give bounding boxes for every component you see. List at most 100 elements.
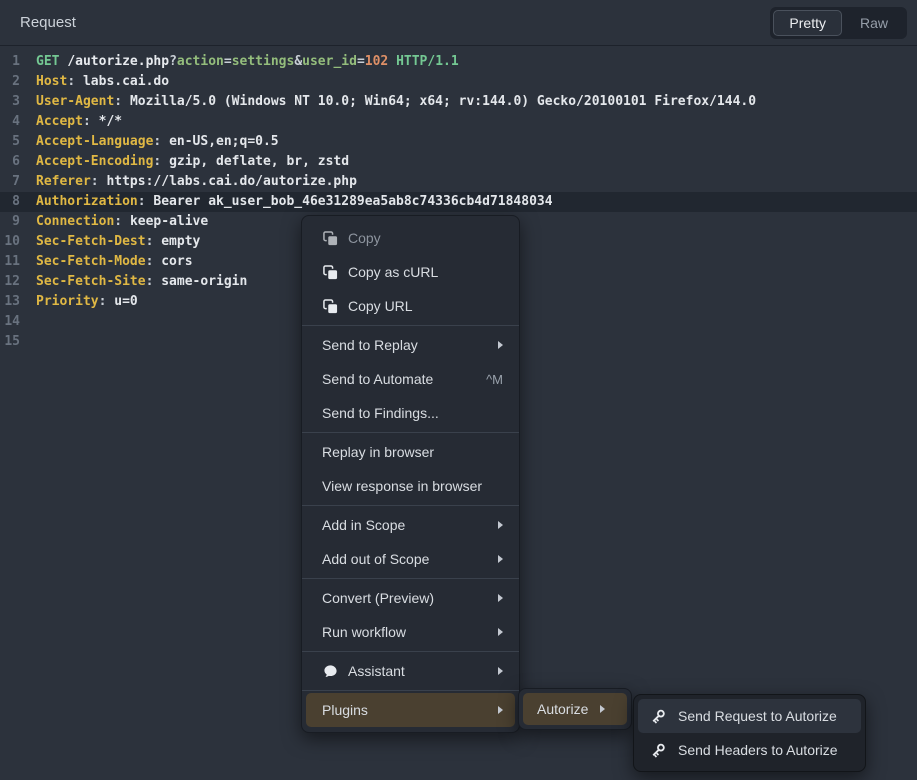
line-number: 10 [0, 232, 20, 252]
submenu-arrow-icon [498, 628, 503, 636]
line-number: 13 [0, 292, 20, 312]
menu-item-plugins[interactable]: Plugins [306, 693, 515, 727]
request-line-1[interactable]: 1GET /autorize.php?action=settings&user_… [0, 52, 917, 72]
submenu-arrow-icon [600, 705, 605, 713]
request-line-8[interactable]: 8Authorization: Bearer ak_user_bob_46e31… [0, 192, 917, 212]
token-colon: : [67, 74, 83, 89]
menu-group: Replay in browser View response in browse… [302, 432, 519, 503]
token-plain [388, 54, 396, 69]
request-panel: Request PrettyRaw 1GET /autorize.php?act… [0, 0, 917, 780]
line-content: Authorization: Bearer ak_user_bob_46e312… [36, 192, 553, 212]
submenu-arrow-icon [498, 667, 503, 675]
token-hname: Accept-Language [36, 134, 153, 149]
token-colon: : [114, 214, 130, 229]
token-hval: https://labs.cai.do/autorize.php [106, 174, 356, 189]
token-colon: : [146, 234, 162, 249]
menu-item-label: Replay in browser [322, 444, 503, 460]
menu-group: Convert (Preview) Run workflow [302, 578, 519, 649]
menu-item-send-request-to-autorize[interactable]: Send Request to Autorize [638, 699, 861, 733]
line-number: 15 [0, 332, 20, 352]
key-icon [650, 708, 666, 724]
token-param: action [177, 54, 224, 69]
panel-header: Request PrettyRaw [0, 0, 917, 46]
menu-item-add-in-scope[interactable]: Add in Scope [302, 508, 519, 542]
menu-item-copy-url[interactable]: Copy URL [302, 289, 519, 323]
menu-item-autorize[interactable]: Autorize [523, 693, 627, 725]
token-param: settings [232, 54, 295, 69]
token-hval: empty [161, 234, 200, 249]
token-colon: : [114, 94, 130, 109]
view-mode-raw[interactable]: Raw [844, 10, 904, 36]
token-hname: Authorization [36, 194, 138, 209]
line-content: Host: labs.cai.do [36, 72, 169, 92]
token-hname: Host [36, 74, 67, 89]
menu-item-copy-as-curl[interactable]: Copy as cURL [302, 255, 519, 289]
token-param: user_id [302, 54, 357, 69]
menu-item-label: Run workflow [322, 624, 488, 640]
request-line-5[interactable]: 5 Accept-Language: en-US,en;q=0.5 [0, 132, 917, 152]
line-content: Sec-Fetch-Mode: cors [36, 252, 193, 272]
line-content: Accept-Encoding: gzip, deflate, br, zstd [36, 152, 349, 172]
token-punct: = [357, 54, 365, 69]
line-number: 9 [0, 212, 20, 232]
line-number: 5 [0, 132, 20, 152]
menu-item-view-response-in-browser[interactable]: View response in browser [302, 469, 519, 503]
line-number: 6 [0, 152, 20, 172]
menu-item-replay-in-browser[interactable]: Replay in browser [302, 435, 519, 469]
key-icon [650, 742, 666, 758]
context-menu: CopyCopy as cURLCopy URLSend to ReplaySe… [301, 215, 520, 733]
menu-group: Plugins [302, 690, 519, 727]
menu-item-label: Add in Scope [322, 517, 488, 533]
menu-item-copy[interactable]: Copy [302, 221, 519, 255]
token-hname: Connection [36, 214, 114, 229]
line-number: 7 [0, 172, 20, 192]
line-number: 2 [0, 72, 20, 92]
token-hname: Sec-Fetch-Site [36, 274, 146, 289]
token-hname: User-Agent [36, 94, 114, 109]
request-line-7[interactable]: 7 Referer: https://labs.cai.do/autorize.p… [0, 172, 917, 192]
token-hname: Referer [36, 174, 91, 189]
menu-item-send-to-automate[interactable]: Send to Automate ^M [302, 362, 519, 396]
shortcut-label: ^M [486, 372, 503, 387]
token-hname: Sec-Fetch-Dest [36, 234, 146, 249]
token-hval: Bearer ak_user_bob_46e31289ea5ab8c74336c… [153, 194, 552, 209]
menu-item-label: Send to Findings... [322, 405, 503, 421]
copy-icon [322, 298, 338, 314]
menu-group: Assistant [302, 651, 519, 688]
request-line-2[interactable]: 2 Host: labs.cai.do [0, 72, 917, 92]
request-line-3[interactable]: 3User-Agent: Mozilla/5.0 (Windows NT 10.… [0, 92, 917, 112]
view-mode-pretty[interactable]: Pretty [773, 10, 842, 36]
token-punct: ? [169, 54, 177, 69]
menu-item-send-to-findings[interactable]: Send to Findings... [302, 396, 519, 430]
menu-item-convert-preview[interactable]: Convert (Preview) [302, 581, 519, 615]
menu-item-run-workflow[interactable]: Run workflow [302, 615, 519, 649]
token-colon: : [146, 254, 162, 269]
token-hval: */* [99, 114, 122, 129]
token-version: HTTP/1.1 [396, 54, 459, 69]
line-number: 12 [0, 272, 20, 292]
token-punct: & [294, 54, 302, 69]
token-colon: : [91, 174, 107, 189]
request-line-6[interactable]: 6 Accept-Encoding: gzip, deflate, br, zst… [0, 152, 917, 172]
token-hname: Accept-Encoding [36, 154, 153, 169]
token-hname: Sec-Fetch-Mode [36, 254, 146, 269]
token-hval: cors [161, 254, 192, 269]
menu-item-assistant[interactable]: Assistant [302, 654, 519, 688]
request-line-4[interactable]: 4Accept: */* [0, 112, 917, 132]
submenu-arrow-icon [498, 594, 503, 602]
line-content: Accept: */* [36, 112, 122, 132]
token-colon: : [138, 194, 154, 209]
token-colon: : [83, 114, 99, 129]
copy-icon [322, 230, 338, 246]
line-content: Accept-Language: en-US,en;q=0.5 [36, 132, 279, 152]
menu-group: Copy Copy as cURL Copy URL [302, 221, 519, 323]
menu-item-send-headers-to-autorize[interactable]: Send Headers to Autorize [638, 733, 861, 767]
menu-item-label: Copy as cURL [348, 264, 503, 280]
menu-item-send-to-replay[interactable]: Send to Replay [302, 328, 519, 362]
submenu-arrow-icon [498, 521, 503, 529]
menu-item-label: Send to Automate [322, 371, 476, 387]
autorize-submenu: Send Request to AutorizeSend Headers to … [633, 694, 866, 772]
menu-item-add-out-of-scope[interactable]: Add out of Scope [302, 542, 519, 576]
line-content: Priority: u=0 [36, 292, 138, 312]
token-path: /autorize.php [67, 54, 169, 69]
